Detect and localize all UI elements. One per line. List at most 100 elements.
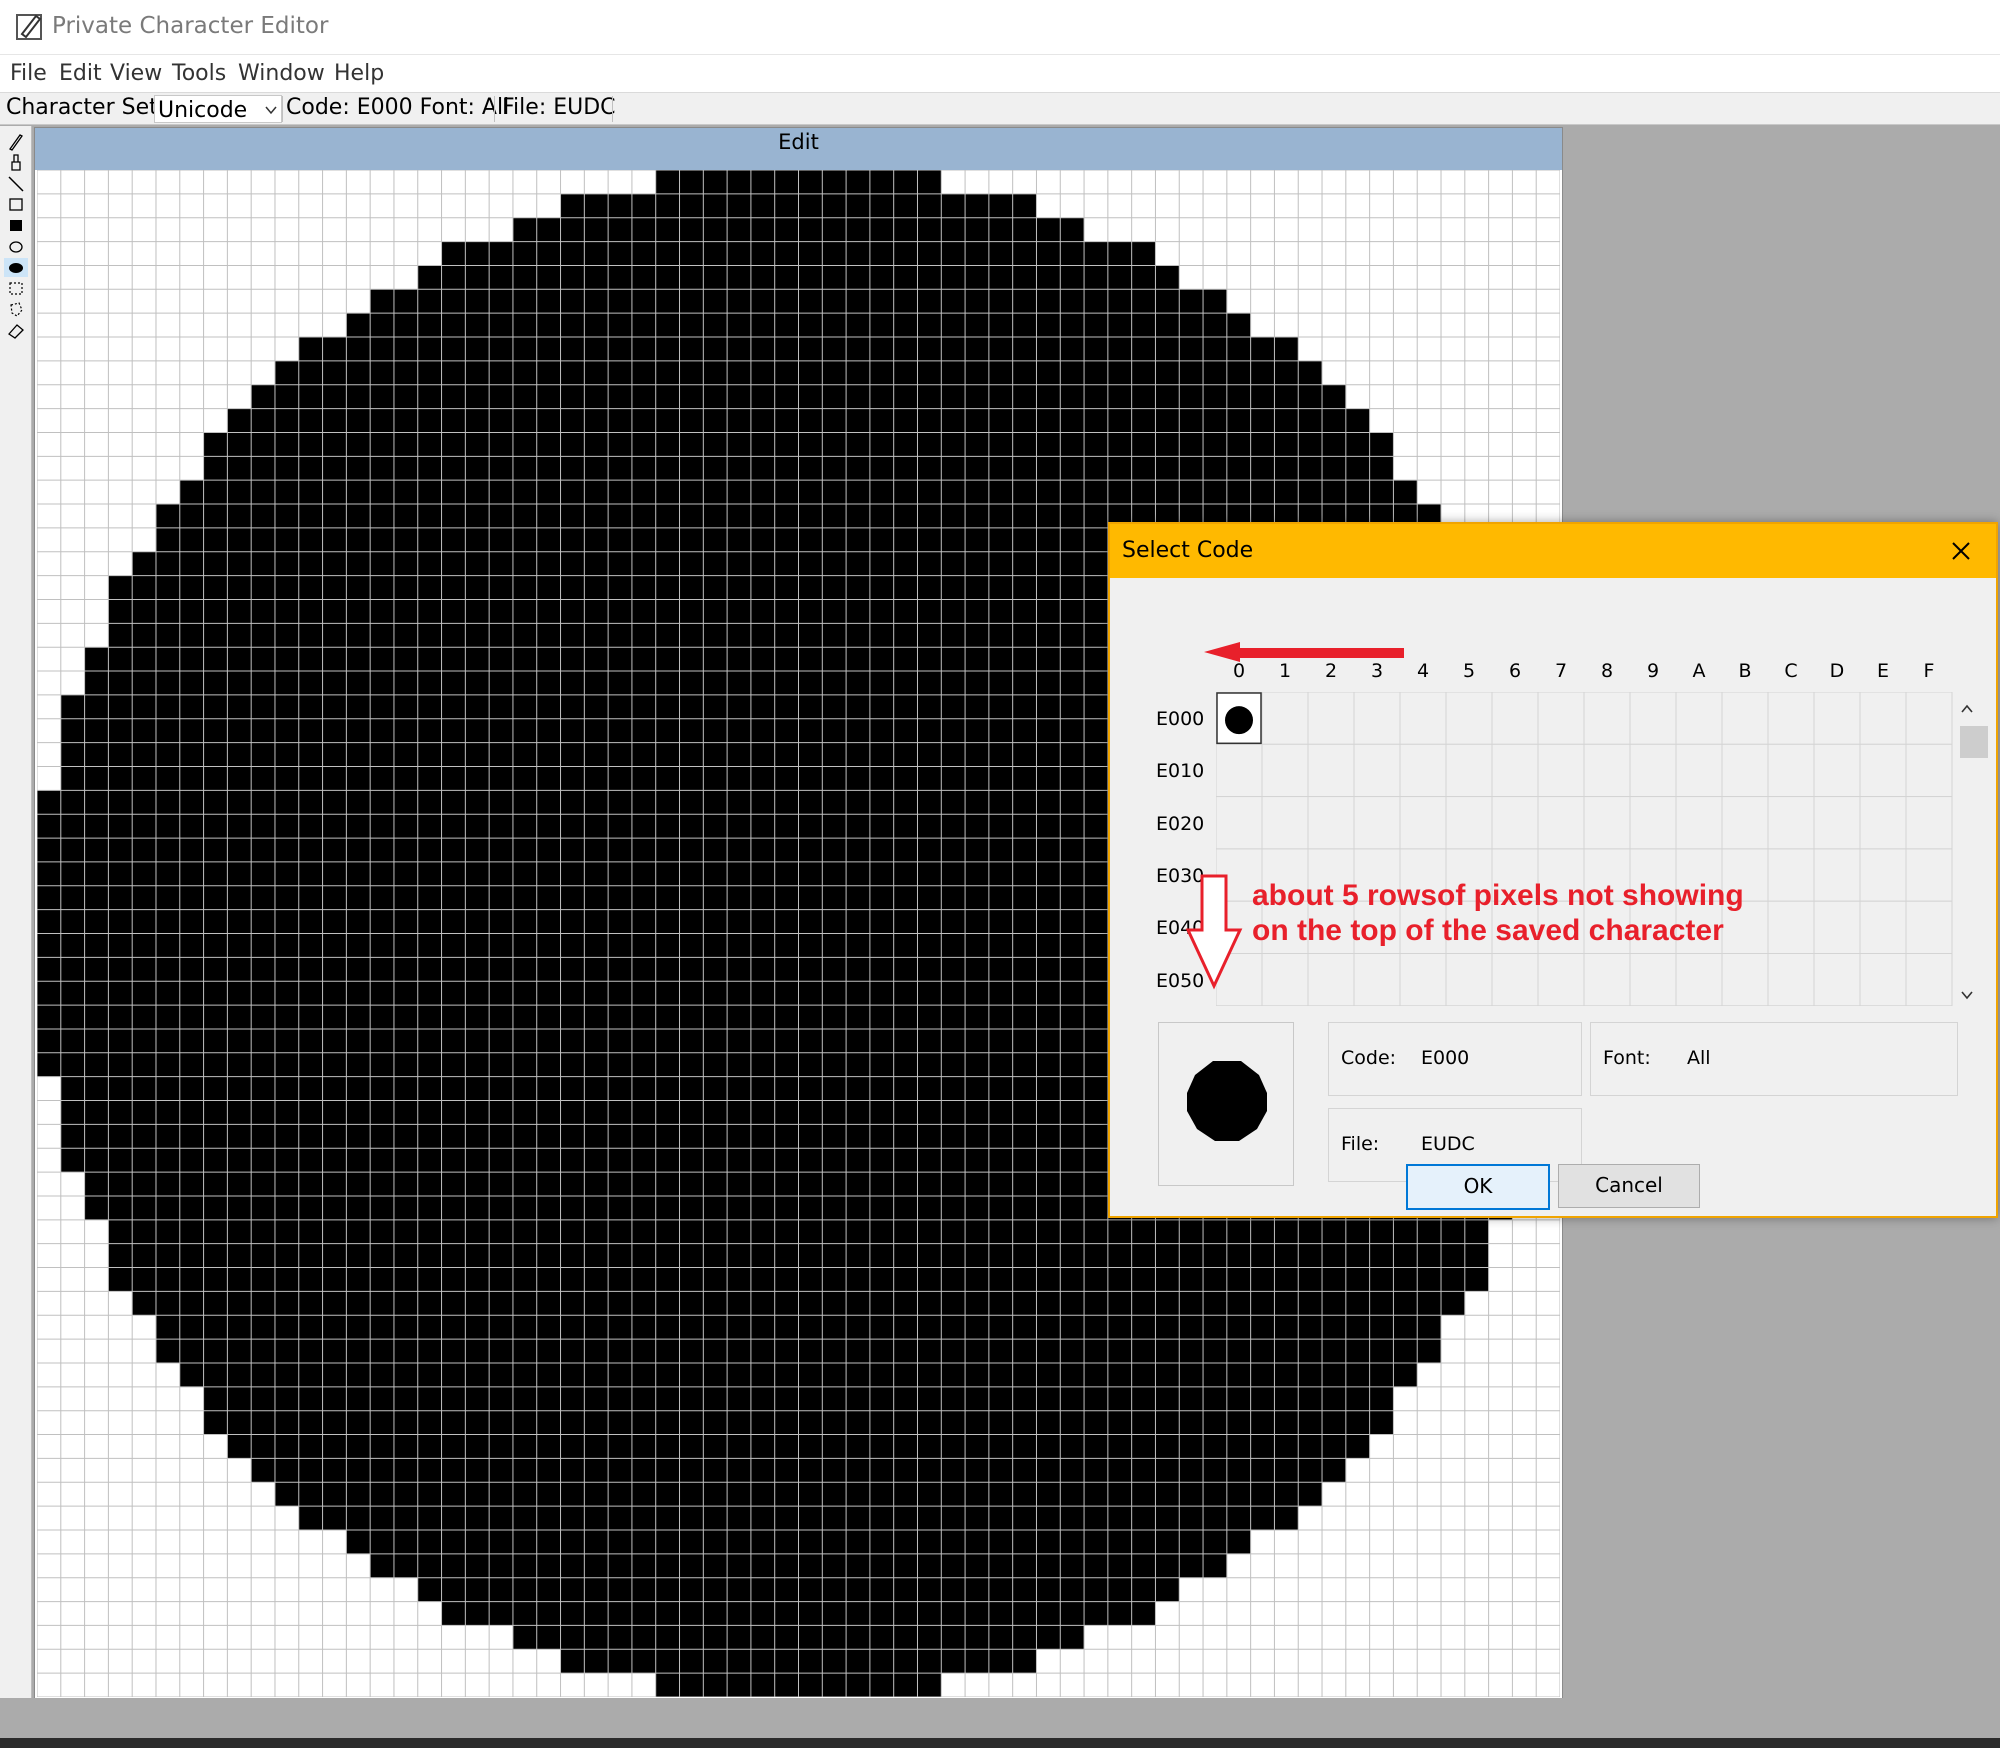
code-cell[interactable] [1491,953,1539,1006]
code-cell[interactable] [1675,692,1723,745]
code-cell[interactable] [1905,953,1953,1006]
code-cell[interactable] [1583,743,1631,798]
code-cell[interactable] [1813,796,1861,850]
code-cell[interactable] [1629,796,1677,850]
code-cell[interactable] [1307,692,1355,745]
code-cell[interactable] [1859,692,1907,745]
code-cell[interactable] [1216,953,1263,1006]
hollow-ellipse-icon[interactable] [4,237,28,256]
column-header-4: 4 [1416,660,1430,682]
charset-label: Character Set: [6,95,166,120]
code-cell[interactable] [1767,953,1815,1006]
rectangular-selection-icon[interactable] [4,279,28,298]
code-cell[interactable] [1905,743,1953,798]
menu-edit[interactable]: Edit [59,61,102,86]
code-cell[interactable] [1721,692,1769,745]
code-cell[interactable] [1721,953,1769,1006]
code-cell[interactable] [1307,953,1355,1006]
code-cell[interactable] [1721,743,1769,798]
code-cell[interactable] [1399,692,1447,745]
code-cell[interactable] [1859,848,1907,902]
code-cell[interactable] [1537,692,1585,745]
column-header-8: 8 [1600,660,1614,682]
filled-ellipse-icon[interactable] [4,258,28,277]
code-cell[interactable] [1216,743,1263,798]
code-cell[interactable] [1905,848,1953,902]
menu-help[interactable]: Help [334,61,384,86]
hollow-rectangle-icon[interactable] [4,195,28,214]
code-cell[interactable] [1905,692,1953,745]
scrollbar-thumb[interactable] [1960,726,1988,758]
code-cell[interactable] [1537,796,1585,850]
code-cell[interactable] [1537,743,1585,798]
code-cell[interactable] [1399,796,1447,850]
code-cell[interactable] [1445,692,1493,745]
code-cell[interactable] [1629,953,1677,1006]
menu-file[interactable]: File [10,61,47,86]
code-cell[interactable] [1767,796,1815,850]
pencil-icon[interactable] [4,132,28,151]
freeform-selection-icon[interactable] [4,300,28,319]
code-cell[interactable] [1445,953,1493,1006]
font-label: Font: [1603,1047,1651,1069]
brush-icon[interactable] [4,153,28,172]
code-cell[interactable] [1767,743,1815,798]
code-cell[interactable] [1675,953,1723,1006]
column-header-a: A [1692,660,1706,682]
code-cell[interactable] [1537,953,1585,1006]
charset-dropdown[interactable]: Unicode [154,95,282,123]
code-cell[interactable] [1399,743,1447,798]
menu-view[interactable]: View [110,61,162,86]
menu-window[interactable]: Window [238,61,325,86]
chevron-down-icon[interactable] [1958,986,1976,1004]
code-cell[interactable] [1216,796,1263,850]
code-cell[interactable] [1905,900,1953,954]
line-icon[interactable] [4,174,28,193]
code-cell[interactable] [1261,796,1309,850]
code-cell[interactable] [1767,692,1815,745]
code-cell[interactable] [1491,796,1539,850]
code-cell[interactable] [1491,743,1539,798]
code-cell[interactable] [1353,953,1401,1006]
info-bar: Character Set: Unicode Code: E000 Font: … [0,93,2000,125]
code-cell[interactable] [1583,692,1631,745]
code-cell[interactable] [1813,743,1861,798]
code-cell[interactable] [1261,953,1309,1006]
code-cell[interactable] [1721,796,1769,850]
code-cell[interactable] [1629,743,1677,798]
code-cell[interactable] [1353,743,1401,798]
code-cell[interactable] [1859,743,1907,798]
code-cell[interactable] [1905,796,1953,850]
code-cell[interactable] [1399,953,1447,1006]
code-cell[interactable] [1675,743,1723,798]
code-cell[interactable] [1445,743,1493,798]
chevron-up-icon[interactable] [1958,700,1976,718]
code-cell[interactable] [1583,953,1631,1006]
annotation-text: about 5 rowsof pixels not showing on the… [1252,878,1852,948]
code-cell[interactable] [1353,796,1401,850]
code-cell[interactable] [1859,900,1907,954]
code-grid[interactable] [1216,692,1954,1006]
eraser-icon[interactable] [4,321,28,340]
code-cell[interactable] [1859,796,1907,850]
filled-rectangle-icon[interactable] [4,216,28,235]
close-icon[interactable] [1946,536,1976,566]
code-cell[interactable] [1491,692,1539,745]
code-cell[interactable] [1353,692,1401,745]
code-cell[interactable] [1813,953,1861,1006]
menu-tools[interactable]: Tools [172,61,226,86]
code-cell[interactable] [1307,796,1355,850]
code-cell[interactable] [1445,796,1493,850]
ok-button[interactable]: OK [1406,1164,1550,1210]
code-cell[interactable] [1629,692,1677,745]
code-cell[interactable] [1675,796,1723,850]
code-cell[interactable] [1583,796,1631,850]
annotation-line-1: about 5 rowsof pixels not showing [1252,879,1744,912]
code-cell[interactable] [1859,953,1907,1006]
code-cell[interactable] [1307,743,1355,798]
code-cell[interactable] [1261,692,1309,745]
cancel-button[interactable]: Cancel [1558,1164,1700,1208]
title-bar: Private Character Editor [0,0,2000,55]
code-cell[interactable] [1261,743,1309,798]
code-cell[interactable] [1813,692,1861,745]
